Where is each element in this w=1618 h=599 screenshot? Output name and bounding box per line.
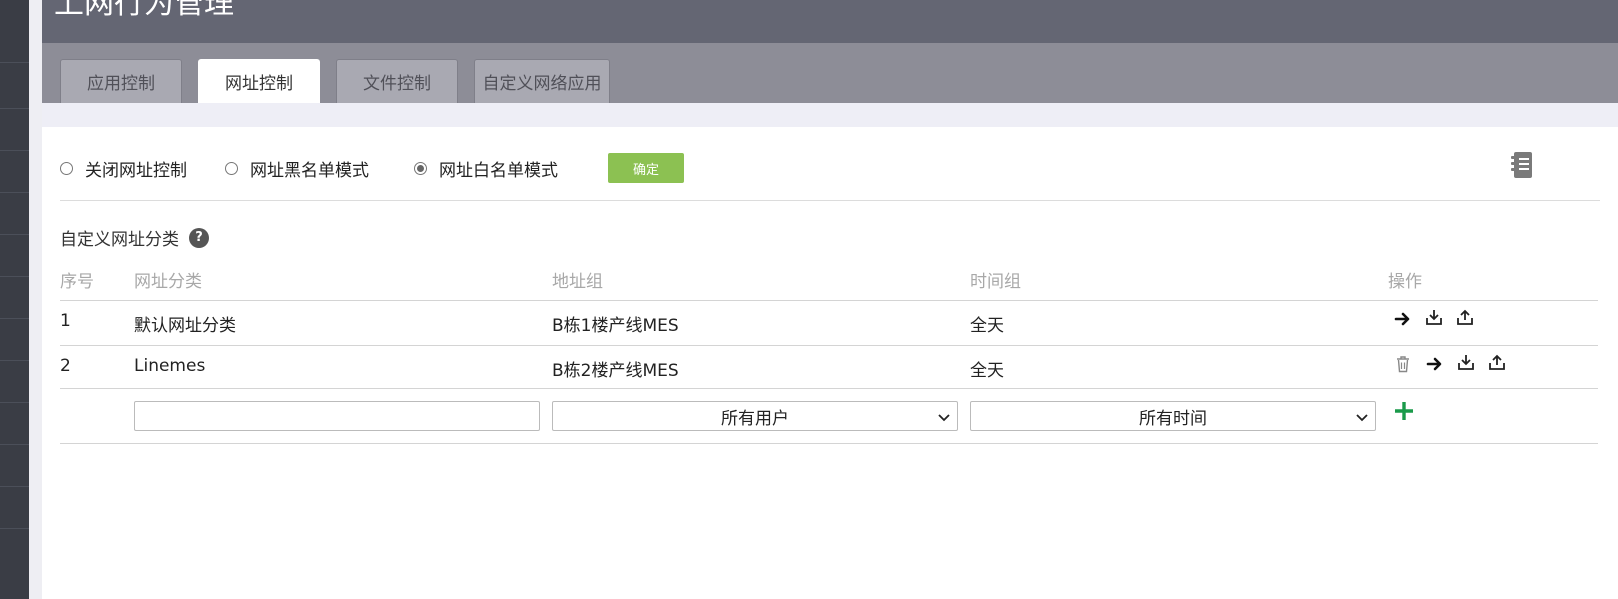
separator-band — [42, 103, 1618, 127]
sidebar-divider — [0, 150, 29, 151]
mode-radio-group: 关闭网址控制 网址黑名单模式 网址白名单模式 — [60, 153, 558, 183]
arrow-right-icon[interactable] — [1426, 355, 1444, 373]
radio-circle[interactable] — [225, 161, 238, 175]
chevron-down-icon — [938, 414, 950, 422]
sidebar-divider — [0, 108, 29, 109]
sidebar-divider — [0, 318, 29, 319]
download-icon[interactable] — [1457, 353, 1475, 371]
cell-category: Linemes — [134, 356, 206, 376]
section-title: 自定义网址分类 ? — [60, 225, 209, 250]
divider — [60, 200, 1600, 201]
radio-circle[interactable] — [60, 161, 73, 175]
column-header-address-group: 地址组 — [552, 272, 603, 292]
tab-file-control[interactable]: 文件控制 — [336, 59, 458, 103]
radio-blacklist-mode[interactable]: 网址黑名单模式 — [225, 156, 369, 181]
table-header-rule — [60, 300, 1598, 301]
radio-label: 网址黑名单模式 — [250, 160, 369, 181]
cell-time-group: 全天 — [970, 316, 1004, 336]
left-sidebar — [0, 0, 29, 599]
row-divider — [60, 388, 1598, 389]
sidebar-divider — [0, 62, 29, 63]
sidebar-divider — [0, 528, 29, 529]
add-icon[interactable] — [1392, 399, 1416, 423]
sidebar-divider — [0, 486, 29, 487]
radio-disable-url-control[interactable]: 关闭网址控制 — [60, 156, 187, 181]
content-gutter — [29, 0, 42, 599]
sidebar-divider — [0, 402, 29, 403]
trash-icon[interactable] — [1395, 355, 1411, 373]
sidebar-divider — [0, 192, 29, 193]
row-divider — [60, 443, 1598, 444]
tab-app-control[interactable]: 应用控制 — [60, 59, 182, 103]
tab-custom-network-app[interactable]: 自定义网络应用 — [474, 59, 610, 103]
column-header-time-group: 时间组 — [970, 272, 1021, 292]
sidebar-divider — [0, 444, 29, 445]
radio-circle-selected[interactable] — [414, 161, 427, 175]
cell-address-group: B栋2楼产线MES — [552, 361, 679, 381]
page-title: 上网行为管理 — [54, 0, 234, 21]
radio-label: 网址白名单模式 — [439, 160, 558, 181]
upload-icon[interactable] — [1488, 353, 1506, 371]
confirm-button[interactable]: 确定 — [608, 153, 684, 183]
cell-index: 2 — [60, 356, 71, 376]
time-group-select[interactable]: 所有时间 — [970, 401, 1376, 431]
radio-whitelist-mode[interactable]: 网址白名单模式 — [414, 156, 558, 181]
column-header-actions: 操作 — [1388, 272, 1422, 292]
column-header-index: 序号 — [60, 272, 94, 292]
address-group-select[interactable]: 所有用户 — [552, 401, 958, 431]
radio-dot — [417, 164, 424, 172]
arrow-right-icon[interactable] — [1394, 310, 1412, 328]
chevron-down-icon — [1356, 414, 1368, 422]
tab-url-control[interactable]: 网址控制 — [198, 59, 320, 103]
section-title-text: 自定义网址分类 — [60, 230, 179, 250]
new-category-input[interactable] — [134, 401, 540, 431]
tab-bar: 应用控制 网址控制 文件控制 自定义网络应用 — [42, 43, 1618, 103]
cell-address-group: B栋1楼产线MES — [552, 316, 679, 336]
row-divider — [60, 345, 1598, 346]
sidebar-divider — [0, 276, 29, 277]
help-icon[interactable]: ? — [189, 227, 209, 248]
download-icon[interactable] — [1425, 308, 1443, 326]
column-header-category: 网址分类 — [134, 272, 202, 292]
address-group-select-value: 所有用户 — [721, 408, 789, 429]
notebook-icon[interactable] — [1510, 151, 1534, 179]
page-header: 上网行为管理 — [42, 0, 1618, 43]
cell-index: 1 — [60, 311, 71, 331]
sidebar-divider — [0, 360, 29, 361]
upload-icon[interactable] — [1456, 308, 1474, 326]
cell-time-group: 全天 — [970, 361, 1004, 381]
sidebar-divider — [0, 234, 29, 235]
main-panel: 关闭网址控制 网址黑名单模式 网址白名单模式 确定 自定义网址分类 ? 序号 网… — [42, 127, 1618, 599]
radio-label: 关闭网址控制 — [85, 160, 187, 181]
cell-category: 默认网址分类 — [134, 316, 236, 336]
time-group-select-value: 所有时间 — [1139, 408, 1207, 429]
